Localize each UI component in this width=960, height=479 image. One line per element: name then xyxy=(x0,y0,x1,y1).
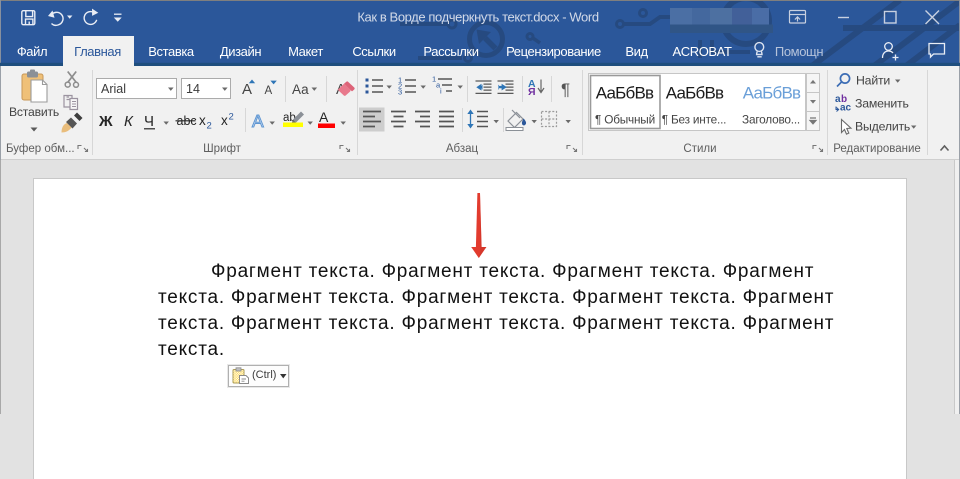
svg-text:Рецензирование: Рецензирование xyxy=(506,44,601,59)
svg-text:Рассылки: Рассылки xyxy=(423,44,478,59)
svg-text:14: 14 xyxy=(186,82,200,96)
svg-text:2: 2 xyxy=(207,121,212,132)
svg-text:x: x xyxy=(199,113,206,128)
svg-text:Вставка: Вставка xyxy=(148,44,195,59)
svg-text:Вставить: Вставить xyxy=(9,105,59,119)
svg-text:Главная: Главная xyxy=(74,44,121,59)
svg-text:Аа: Аа xyxy=(292,82,309,97)
svg-text:Выделить: Выделить xyxy=(855,120,910,134)
svg-text:К: К xyxy=(124,113,134,130)
svg-text:x: x xyxy=(221,113,228,128)
svg-text:Шрифт: Шрифт xyxy=(203,143,242,155)
svg-text:3: 3 xyxy=(398,88,402,97)
svg-text:Стили: Стили xyxy=(683,143,716,155)
svg-text:Найти: Найти xyxy=(856,74,890,88)
svg-text:Файл: Файл xyxy=(17,44,47,59)
svg-text:А: А xyxy=(242,81,252,98)
svg-text:Дизайн: Дизайн xyxy=(220,44,262,59)
svg-text:АаБбВв: АаБбВв xyxy=(666,84,724,103)
svg-text:А: А xyxy=(265,85,273,97)
svg-text:¶ Обычный: ¶ Обычный xyxy=(595,113,655,127)
svg-text:А: А xyxy=(319,109,329,125)
svg-text:Помощн: Помощн xyxy=(775,44,823,59)
svg-text:Я: Я xyxy=(528,86,536,98)
svg-text:АаБбВв: АаБбВв xyxy=(743,84,801,103)
svg-text:Ч: Ч xyxy=(144,113,154,130)
svg-text:Arial: Arial xyxy=(101,82,126,96)
svg-text:Буфер обм...: Буфер обм... xyxy=(6,143,75,155)
svg-text:Редактирование: Редактирование xyxy=(833,143,921,155)
svg-text:Ссылки: Ссылки xyxy=(352,44,396,59)
svg-text:¶ Без инте...: ¶ Без инте... xyxy=(662,113,727,127)
svg-text:Вид: Вид xyxy=(625,44,648,59)
svg-text:¶: ¶ xyxy=(561,80,570,99)
svg-text:А: А xyxy=(252,111,264,131)
svg-text:ACROBAT: ACROBAT xyxy=(672,44,732,59)
svg-text:Макет: Макет xyxy=(288,44,323,59)
svg-text:ac: ac xyxy=(840,103,852,114)
svg-text:Как в Ворде подчеркнуть текст.: Как в Ворде подчеркнуть текст.docx - Wor… xyxy=(357,10,598,25)
svg-text:Заголово...: Заголово... xyxy=(742,113,800,127)
svg-text:Абзац: Абзац xyxy=(446,143,479,155)
svg-text:Заменить: Заменить xyxy=(855,97,909,111)
svg-text:2: 2 xyxy=(229,112,234,123)
svg-text:Ж: Ж xyxy=(98,113,113,130)
svg-text:АаБбВв: АаБбВв xyxy=(596,84,654,103)
